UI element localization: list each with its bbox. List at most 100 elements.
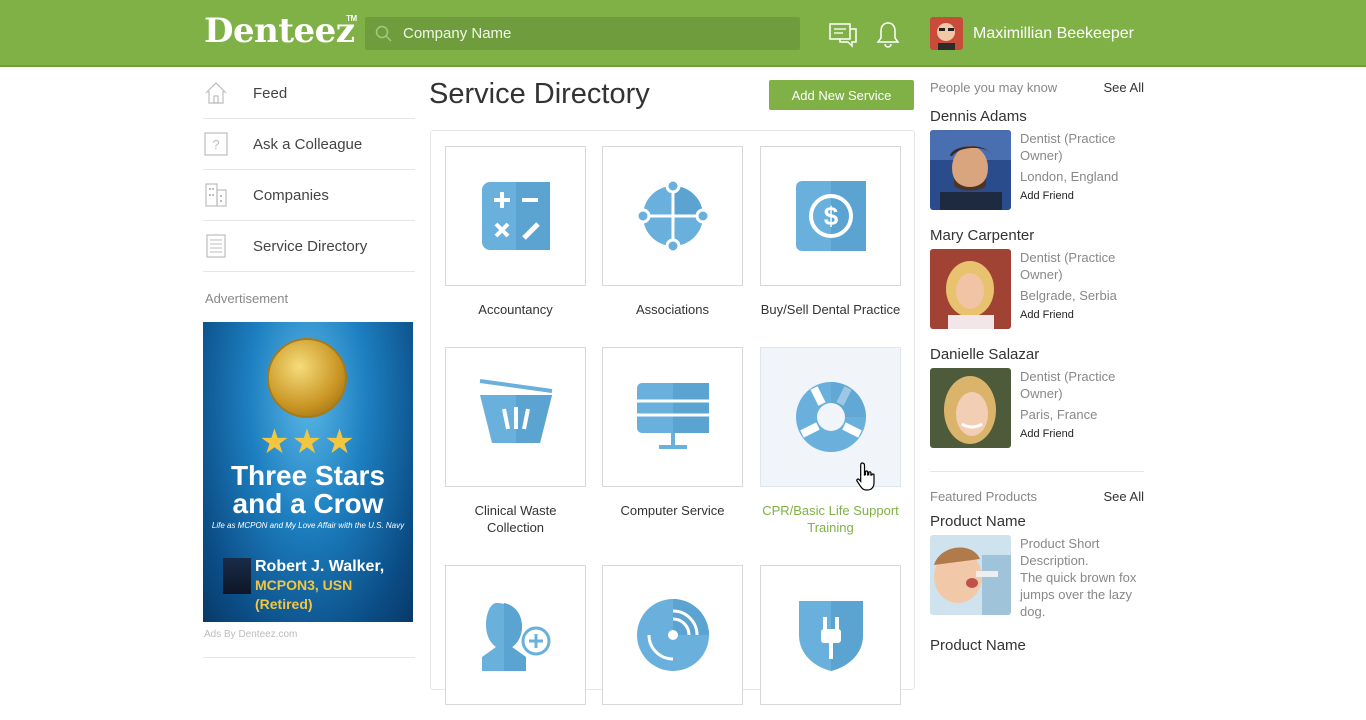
svg-text:?: ? (212, 137, 219, 152)
ad-author-title: MCPON3, USN (Retired) (255, 577, 353, 612)
add-friend-button[interactable]: Add Friend (1020, 307, 1144, 324)
disc-icon (636, 599, 709, 671)
service-tile-accountancy[interactable]: Accountancy (445, 146, 586, 318)
people-section-header: People you may know See All (930, 80, 1144, 95)
add-friend-button[interactable]: Add Friend (1020, 426, 1144, 443)
service-label: Associations (636, 302, 709, 317)
denteez-logo[interactable]: Denteez TM (204, 10, 357, 52)
people-see-all-link[interactable]: See All (1104, 80, 1144, 95)
user-menu[interactable]: Maximillian Beekeeper (930, 17, 1134, 50)
logo-text: Denteez (204, 11, 355, 51)
sidebar-item-label: Ask a Colleague (253, 135, 363, 153)
service-label: Buy/Sell Dental Practice (760, 302, 901, 317)
network-icon (635, 178, 710, 254)
service-tile-add-person[interactable] (445, 565, 586, 720)
person-name[interactable]: Dennis Adams (930, 108, 1144, 125)
person-location: Paris, France (1020, 407, 1098, 422)
divider (930, 471, 1144, 472)
monitor-icon (636, 383, 709, 449)
user-avatar (930, 17, 963, 50)
medal-image (267, 338, 347, 418)
bell-icon[interactable] (874, 20, 902, 48)
service-label: Computer Service (620, 503, 725, 518)
search-bar[interactable] (365, 17, 800, 50)
ads-by-label: Ads By Denteez.com (204, 629, 298, 640)
left-sidebar: Feed ? Ask a Colleague Companies Service… (203, 68, 415, 658)
calculator-icon (481, 182, 550, 250)
advertisement-label: Advertisement (205, 291, 289, 306)
person-card: Danielle Salazar Dentist (Practice Owner… (930, 346, 1144, 448)
user-name: Maximillian Beekeeper (973, 24, 1134, 42)
svg-text:$: $ (823, 201, 838, 231)
question-icon: ? (204, 132, 228, 156)
building-icon (205, 183, 227, 207)
product-image[interactable] (930, 535, 1011, 615)
product-name[interactable]: Product Name (930, 637, 1144, 654)
sidebar-item-label: Feed (253, 84, 288, 102)
logo-trademark: TM (346, 14, 357, 23)
product-card: Product Name Product Short Description. … (930, 513, 1144, 620)
person-role: Dentist (Practice Owner) (1020, 131, 1116, 163)
shield-plug-icon (798, 601, 863, 671)
products-section-title: Featured Products (930, 489, 1037, 504)
service-label: CPR/Basic Life Support Training (762, 503, 899, 535)
person-location: Belgrade, Serbia (1020, 288, 1117, 303)
person-card: Mary Carpenter Dentist (Practice Owner) … (930, 227, 1144, 329)
person-name[interactable]: Mary Carpenter (930, 227, 1144, 244)
right-sidebar: People you may know See All Dennis Adams… (930, 80, 1144, 654)
product-body: The quick brown fox jumps over the lazy … (1020, 570, 1137, 619)
person-avatar[interactable] (930, 368, 1011, 448)
service-tile-clinical-waste-collection[interactable]: Clinical Waste Collection (445, 347, 586, 536)
product-card: Product Name (930, 637, 1144, 654)
sidebar-item-label: Companies (253, 186, 329, 204)
sidebar-item-feed[interactable]: Feed (203, 68, 415, 119)
person-name[interactable]: Danielle Salazar (930, 346, 1144, 363)
add-person-icon (481, 603, 550, 671)
products-section-header: Featured Products See All (930, 489, 1144, 504)
ad-author-name: Robert J. Walker, (255, 558, 385, 575)
service-label: Clinical Waste Collection (474, 503, 557, 535)
sidebar-item-label: Service Directory (253, 237, 368, 255)
service-label: Accountancy (478, 302, 553, 317)
person-avatar[interactable] (930, 130, 1011, 210)
add-new-service-button[interactable]: Add New Service (769, 80, 914, 110)
lifebuoy-icon (795, 382, 866, 452)
service-tile-cpr-training[interactable]: CPR/Basic Life Support Training (760, 347, 901, 536)
person-role: Dentist (Practice Owner) (1020, 250, 1116, 282)
search-input[interactable] (403, 25, 783, 42)
document-icon (206, 234, 226, 258)
divider (203, 657, 415, 658)
page-title: Service Directory (429, 78, 650, 110)
top-bar: Denteez TM Maximillian Beekeeper (0, 0, 1366, 67)
sidebar-item-companies[interactable]: Companies (203, 170, 415, 221)
search-icon (375, 25, 392, 42)
person-avatar[interactable] (930, 249, 1011, 329)
ad-subtitle: Life as MCPON and My Love Affair with th… (211, 521, 405, 530)
product-description: Product Short Description. (1020, 536, 1100, 568)
person-role: Dentist (Practice Owner) (1020, 369, 1116, 401)
messages-icon[interactable] (829, 20, 857, 48)
advertisement-banner[interactable]: ★★★ Three Stars and a Crow Life as MCPON… (203, 322, 413, 622)
add-friend-button[interactable]: Add Friend (1020, 188, 1144, 205)
sidebar-item-ask-a-colleague[interactable]: ? Ask a Colleague (203, 119, 415, 170)
ad-author: Robert J. Walker, MCPON3, USN (Retired) (255, 558, 413, 614)
home-icon (205, 82, 227, 104)
service-tile-computer-service[interactable]: Computer Service (602, 347, 743, 519)
author-portrait (223, 558, 251, 594)
service-tile-buy-sell-dental-practice[interactable]: $ Buy/Sell Dental Practice (760, 146, 901, 318)
people-section-title: People you may know (930, 80, 1058, 95)
product-name[interactable]: Product Name (930, 513, 1144, 530)
service-tile-associations[interactable]: Associations (602, 146, 743, 318)
dollar-icon: $ (795, 181, 866, 251)
person-card: Dennis Adams Dentist (Practice Owner) Lo… (930, 108, 1144, 210)
service-tile-disc[interactable] (602, 565, 743, 720)
ad-title: Three Stars and a Crow (230, 460, 386, 519)
person-location: London, England (1020, 169, 1119, 184)
products-see-all-link[interactable]: See All (1104, 489, 1144, 504)
hand-cursor-icon (856, 462, 875, 491)
bin-icon (479, 379, 552, 443)
three-stars-icon: ★★★ (259, 423, 357, 461)
sidebar-item-service-directory[interactable]: Service Directory (203, 221, 415, 272)
service-tile-shield-plug[interactable] (760, 565, 901, 720)
service-grid: Accountancy Associations $ Buy/Sell Dent… (430, 130, 915, 705)
